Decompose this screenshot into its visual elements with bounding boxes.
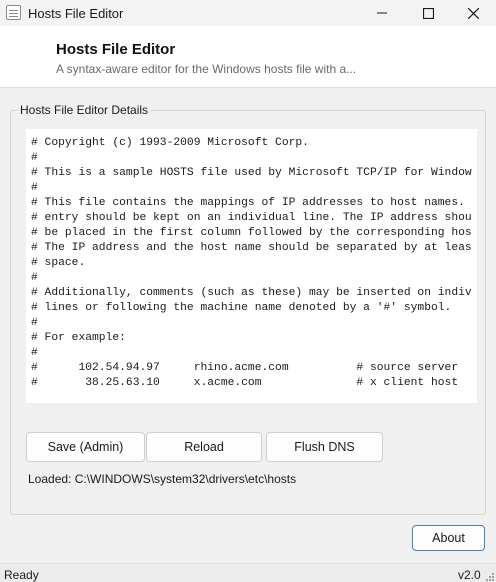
hosts-line[interactable]: # entry should be kept on an individual … [31, 211, 472, 226]
close-button[interactable] [450, 0, 496, 26]
editor-content[interactable]: # Copyright (c) 1993-2009 Microsoft Corp… [31, 136, 472, 391]
hosts-line[interactable]: # Copyright (c) 1993-2009 Microsoft Corp… [31, 136, 472, 151]
reload-button[interactable]: Reload [146, 432, 262, 462]
hosts-line[interactable]: # For example: [31, 331, 472, 346]
hosts-line[interactable]: # space. [31, 256, 472, 271]
page-title: Hosts File Editor [56, 41, 176, 58]
hosts-line[interactable]: # Additionally, comments (such as these)… [31, 286, 472, 301]
header-banner: Hosts File Editor A syntax-aware editor … [0, 26, 496, 88]
maximize-button[interactable] [405, 0, 451, 26]
version-label: v2.0 [458, 568, 481, 582]
hosts-line[interactable]: # This file contains the mappings of IP … [31, 196, 472, 211]
loaded-path-label: Loaded: C:\WINDOWS\system32\drivers\etc\… [28, 472, 297, 486]
hosts-editor[interactable]: # Copyright (c) 1993-2009 Microsoft Corp… [26, 129, 477, 403]
hosts-line[interactable]: # be placed in the first column followed… [31, 226, 472, 241]
flush-dns-button[interactable]: Flush DNS [266, 432, 383, 462]
minimize-icon [377, 12, 387, 14]
status-bar: Ready v2.0 [0, 563, 496, 582]
close-icon [467, 7, 479, 19]
hosts-line[interactable]: # [31, 316, 472, 331]
group-legend: Hosts File Editor Details [18, 103, 151, 117]
hosts-line[interactable]: # The IP address and the host name shoul… [31, 241, 472, 256]
hosts-line[interactable]: # [31, 271, 472, 286]
hosts-line[interactable]: # 38.25.63.10 x.acme.com # x client host [31, 376, 472, 391]
hosts-line[interactable]: # [31, 151, 472, 166]
window-title: Hosts File Editor [28, 6, 124, 21]
hosts-line[interactable]: # [31, 346, 472, 361]
about-button[interactable]: About [412, 525, 485, 551]
maximize-icon [422, 7, 434, 19]
hosts-line[interactable]: # lines or following the machine name de… [31, 301, 472, 316]
hosts-line[interactable]: # This is a sample HOSTS file used by Mi… [31, 166, 472, 181]
notepad-icon [6, 5, 21, 20]
resize-grip-icon[interactable] [486, 573, 494, 581]
hosts-line[interactable]: # [31, 181, 472, 196]
minimize-button[interactable] [359, 0, 405, 26]
title-bar: Hosts File Editor [0, 0, 496, 26]
page-subtitle: A syntax-aware editor for the Windows ho… [56, 62, 357, 76]
save-admin-button[interactable]: Save (Admin) [26, 432, 145, 462]
status-text: Ready [4, 568, 39, 582]
hosts-line[interactable]: # 102.54.94.97 rhino.acme.com # source s… [31, 361, 472, 376]
